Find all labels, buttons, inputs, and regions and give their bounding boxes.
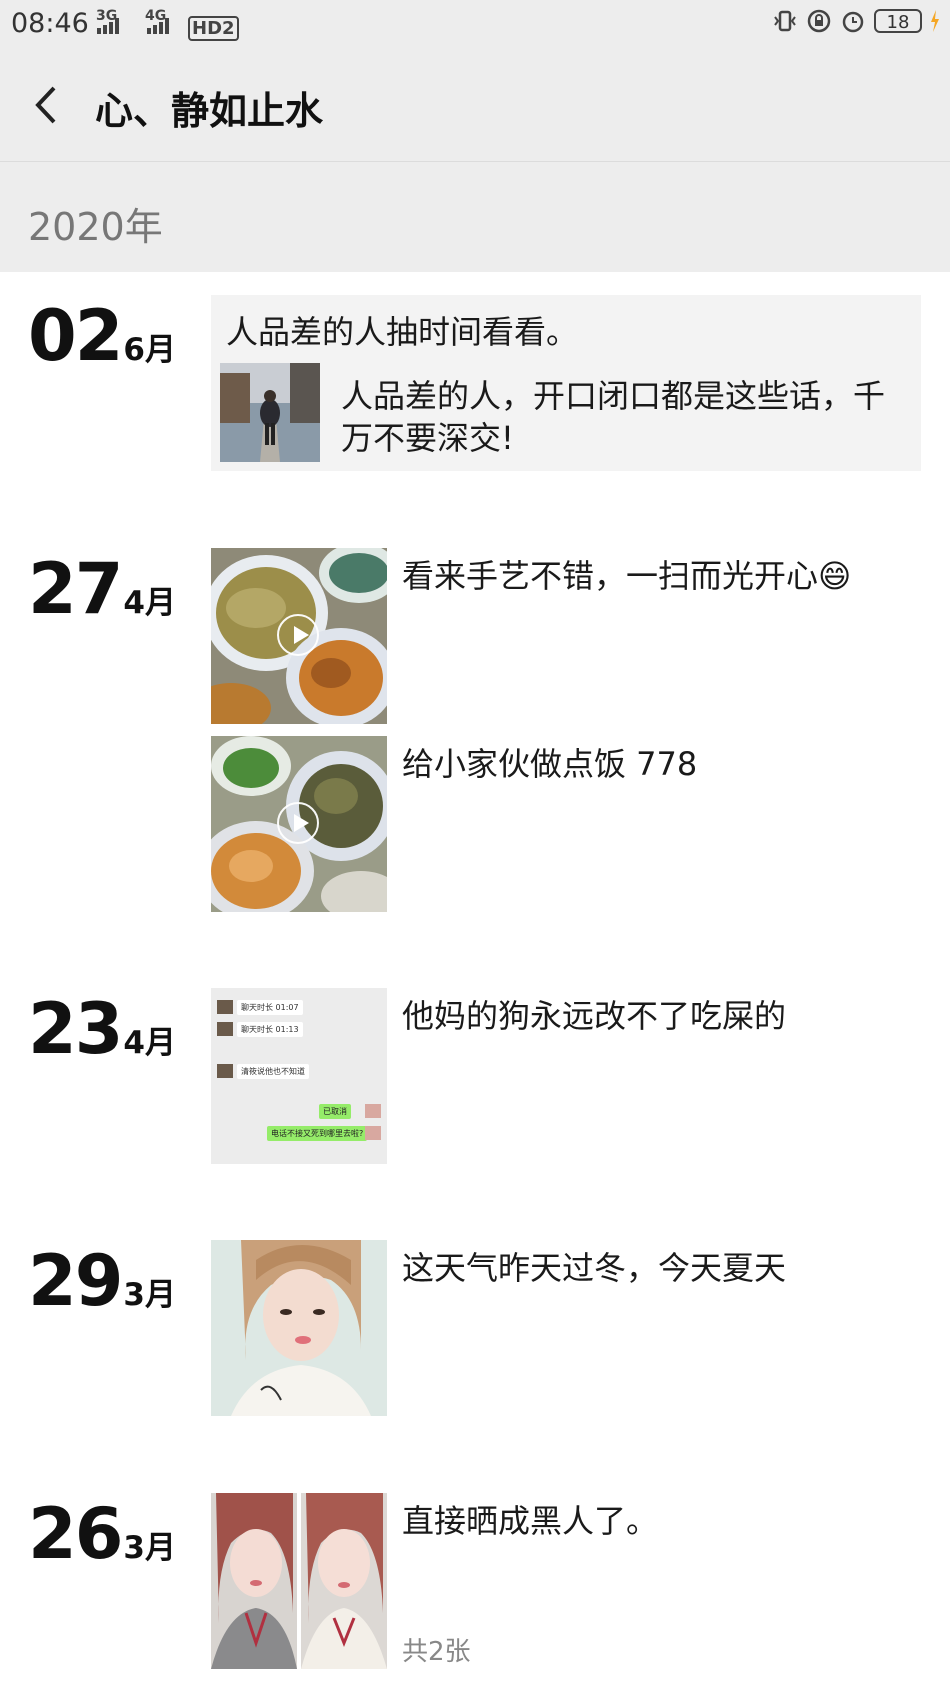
avatar [365,1104,381,1118]
chat-bubble: 已取消 [319,1104,351,1119]
date-day: 02 [28,295,123,377]
video-thumbnail[interactable] [211,548,387,724]
share-title: 人品差的人抽时间看看。 [226,313,579,351]
date-day: 29 [28,1240,123,1322]
photo-count: 共2张 [402,1637,471,1667]
year-label: 2020年 [28,205,163,249]
photo-thumbnail[interactable] [211,1240,387,1416]
page-title: 心、静如止水 [95,89,324,133]
chat-screenshot-thumbnail[interactable]: 聊天时长 01:07 聊天时长 01:13 清筱说他也不知道 已取消 电话不接又… [211,988,387,1164]
vibrate-icon [774,10,796,32]
date-day: 26 [28,1493,123,1575]
chat-bubble: 电话不接又死到哪里去啦? [267,1126,368,1141]
share-description: 人品差的人，开口闭口都是这些话，千万不要深交! [341,377,886,457]
battery-icon: 18 [874,9,922,33]
date-month: 4月 [123,585,176,621]
nav-bar: 心、静如止水 [0,50,950,162]
signal-icon [97,18,119,34]
date-month: 3月 [123,1277,176,1313]
entry-date: 293月 [28,1240,176,1322]
back-arrow-icon[interactable] [30,80,64,130]
rotation-lock-icon [807,9,831,33]
video-thumbnail[interactable] [211,736,387,912]
post-caption[interactable]: 直接晒成黑人了。 [402,1496,658,1542]
avatar [217,1064,233,1078]
year-header: 2020年 [0,162,950,272]
post-caption[interactable]: 给小家伙做点饭 778 [402,739,697,785]
avatar [217,1022,233,1036]
chat-bubble: 聊天时长 01:13 [237,1022,303,1037]
signal-icon-2 [147,18,169,34]
selfie-photos [211,1493,387,1669]
entry-date: 026月 [28,295,176,377]
play-icon [277,614,319,656]
avatar [217,1000,233,1014]
date-month: 3月 [123,1530,176,1566]
article-thumbnail [220,363,320,462]
date-month: 6月 [123,332,176,368]
avatar [365,1126,381,1140]
chat-bubble: 聊天时长 01:07 [237,1000,303,1015]
play-icon [277,802,319,844]
entry-date: 234月 [28,988,176,1070]
selfie-photo [211,1240,387,1416]
entry-date: 274月 [28,548,176,630]
status-bar: 08:46 3G 4G HD2 18 [0,0,950,50]
status-icons: 18 [772,8,940,34]
post-caption[interactable]: 看来手艺不错，一扫而光开心😄 [402,551,851,597]
chat-bubble: 清筱说他也不知道 [237,1064,309,1079]
battery-level: 18 [886,12,910,33]
charging-icon [931,10,939,32]
photo-grid-thumbnail[interactable] [211,1493,387,1669]
entry-date: 263月 [28,1493,176,1575]
hd-voice-label: HD2 [188,16,239,41]
date-day: 27 [28,548,123,630]
date-day: 23 [28,988,123,1070]
date-month: 4月 [123,1025,176,1061]
post-caption[interactable]: 这天气昨天过冬，今天夏天 [402,1243,786,1289]
status-time: 08:46 [11,8,89,39]
shared-article-card[interactable]: 人品差的人抽时间看看。 人品差的人，开口闭口都是这些话，千万不要深交! [211,295,921,471]
post-caption[interactable]: 他妈的狗永远改不了吃屎的 [402,991,786,1037]
alarm-icon [842,11,864,33]
